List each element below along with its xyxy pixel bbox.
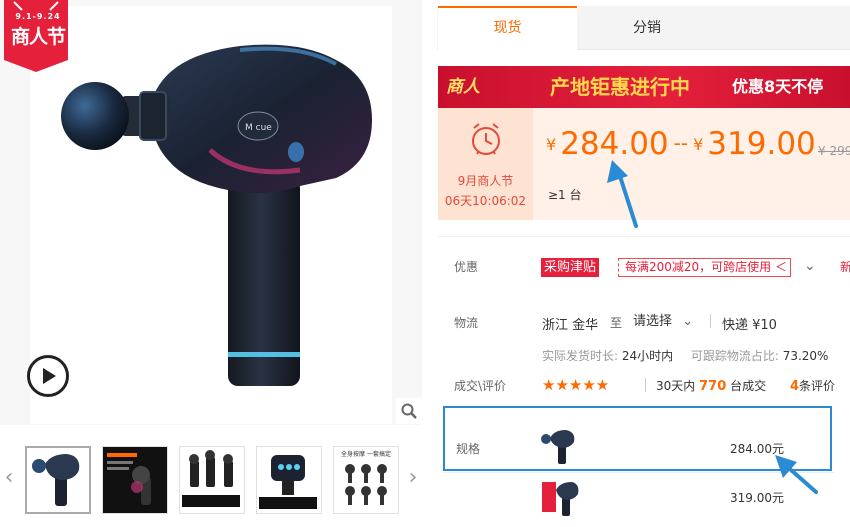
- deal-count: 30天内 770 台成交: [656, 377, 766, 394]
- thumbnail-4[interactable]: [256, 446, 322, 514]
- thumbnail-next-arrow[interactable]: ›: [406, 466, 420, 490]
- destination-select[interactable]: 请选择 ⌄: [633, 312, 699, 332]
- currency-symbol: ¥: [546, 135, 557, 154]
- zoom-button[interactable]: [396, 398, 422, 424]
- logistics-label: 物流: [454, 316, 479, 330]
- tab-distribution[interactable]: 分销: [577, 6, 717, 50]
- offer-tabs: 现货 分销: [437, 6, 850, 50]
- thumbnail-5[interactable]: 全身按摩 一套搞定: [333, 446, 399, 514]
- ship-to-label: 至: [610, 316, 623, 330]
- spec-thumbnail-2[interactable]: [540, 478, 582, 520]
- deals-prefix: 30天内: [656, 379, 696, 393]
- reviews-number: 4: [790, 379, 800, 394]
- thumbnail-strip: ‹ 全身按摩 一套搞定 ›: [0, 440, 422, 515]
- price-panel: 9月商人节 06天10:06:02 ¥284.00 -- ¥319.00 ¥ 299…: [438, 108, 850, 220]
- thumbnail-image: [107, 453, 151, 505]
- thumbnail-image: [182, 450, 240, 507]
- divider: [645, 378, 646, 392]
- promo-countdown: 06天10:06:02: [444, 194, 527, 208]
- reviews-suffix: 条评价: [799, 379, 836, 393]
- chevron-down-icon: ⌄: [682, 314, 694, 329]
- currency-symbol: ¥: [693, 135, 704, 154]
- price-separator: --: [673, 131, 689, 155]
- spec-price-1: 284.00元: [730, 442, 784, 456]
- magnifier-icon: [401, 403, 417, 419]
- thumbnail-image: [32, 454, 80, 506]
- thumbnail-1[interactable]: [25, 446, 91, 514]
- original-price: ¥ 299: [818, 144, 850, 158]
- price-range: ¥284.00 -- ¥319.00: [546, 126, 816, 166]
- spec-image: [542, 482, 579, 516]
- deals-label: 成交\评价: [454, 379, 507, 393]
- dispatch-value: 24小时内: [621, 349, 674, 363]
- play-icon: [43, 368, 56, 384]
- festival-badge: 9.1-9.24 商人节: [4, 0, 68, 72]
- play-video-button[interactable]: [27, 355, 69, 397]
- spec-divider: [443, 472, 835, 473]
- divider: [710, 314, 711, 328]
- svg-text:M cue: M cue: [245, 123, 272, 133]
- section-divider: [438, 236, 850, 237]
- alarm-clock-icon: [472, 123, 500, 155]
- coupon-more-link[interactable]: 新: [840, 258, 850, 275]
- badge-date: 9.1-9.24: [15, 12, 61, 21]
- chevron-down-icon[interactable]: ⌄: [804, 258, 816, 274]
- ship-origin: 浙江 金华: [542, 318, 599, 333]
- minimum-order-quantity: ≥1 台: [548, 188, 582, 202]
- trace-label: 可跟踪物流占比:: [690, 349, 779, 363]
- thumbnail-2[interactable]: [102, 446, 168, 514]
- dispatch-label: 实际发货时长:: [542, 349, 619, 363]
- banner-logo: 商人节: [446, 77, 480, 97]
- trace-value: 73.20%: [782, 349, 829, 363]
- review-count-link[interactable]: 4条评价: [790, 377, 835, 394]
- subsidy-tag[interactable]: 采购津贴: [541, 258, 600, 277]
- banner-headline: 产地钜惠进行中: [550, 75, 690, 99]
- spec-price-2: 319.00元: [730, 491, 784, 505]
- promo-banner[interactable]: 商人节 产地钜惠进行中 优惠8天不停: [438, 66, 850, 108]
- discount-label: 优惠: [454, 260, 479, 274]
- banner-subline: 优惠8天不停: [732, 77, 824, 96]
- thumbnail-3[interactable]: [179, 446, 245, 514]
- deals-number: 770: [699, 379, 727, 394]
- thumbnail-caption: 全身按摩 一套搞定: [341, 451, 391, 458]
- promo-event-name: 9月商人节: [457, 174, 514, 188]
- spec-thumbnail-1[interactable]: [540, 426, 582, 468]
- promo-countdown-panel: 9月商人节 06天10:06:02: [438, 108, 533, 220]
- spec-label: 规格: [456, 442, 481, 456]
- tab-in-stock[interactable]: 现货: [438, 6, 577, 50]
- price-high: 319.00: [707, 126, 816, 162]
- thumbnail-image: [259, 455, 317, 509]
- shipping-fee: 快递 ¥10: [722, 318, 777, 333]
- deals-suffix: 台成交: [730, 379, 767, 393]
- dispatch-info: 实际发货时长: 24小时内 可跟踪物流占比: 73.20%: [542, 347, 828, 364]
- badge-title: 商人节: [10, 26, 66, 48]
- main-product-image[interactable]: M cue 9.1-9.24 商人节: [0, 0, 422, 425]
- coupon-ticket[interactable]: 每满200减20，可跨店使用 ＜: [618, 258, 791, 277]
- thumbnail-prev-arrow[interactable]: ‹: [2, 466, 16, 490]
- rating-stars[interactable]: ★★★★★: [542, 376, 609, 394]
- destination-value: 请选择: [633, 314, 673, 329]
- spec-image: [541, 430, 575, 464]
- highlighted-spec-row: [443, 406, 832, 471]
- price-low: 284.00: [560, 126, 669, 162]
